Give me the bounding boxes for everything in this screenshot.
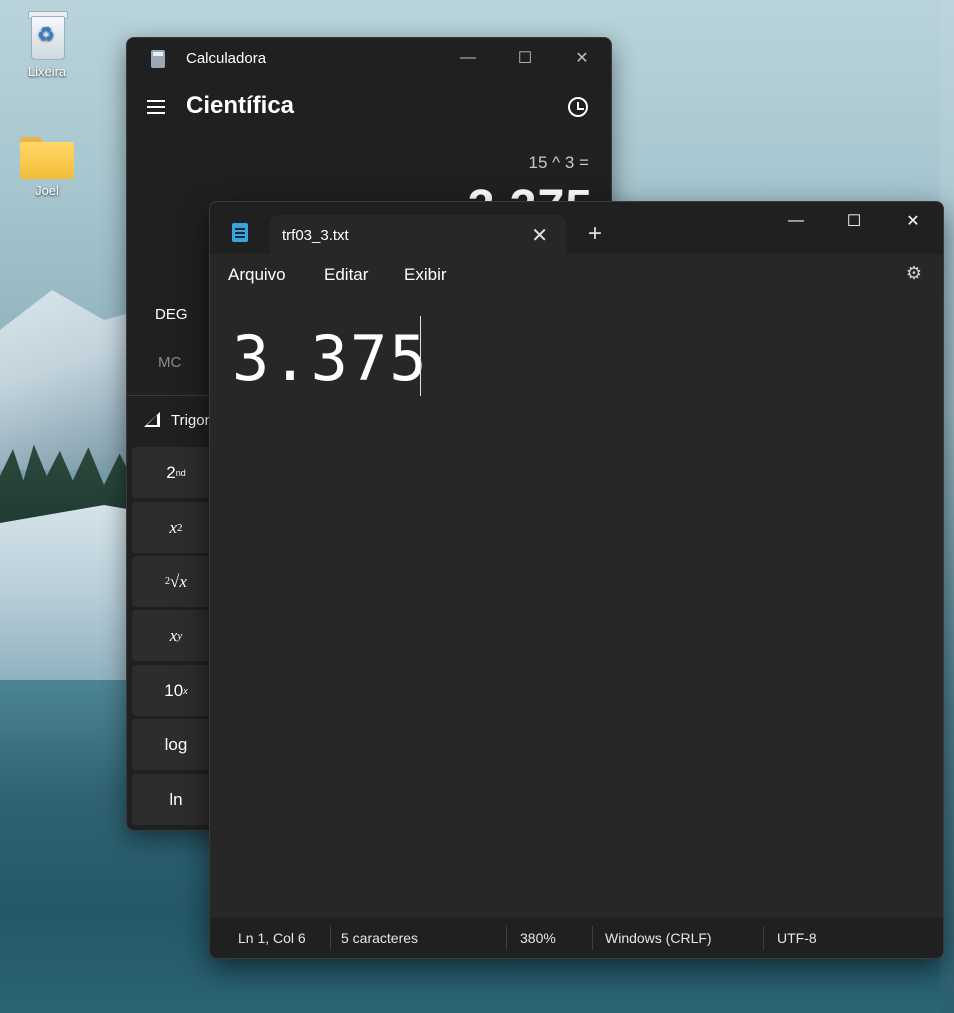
- menu-arquivo[interactable]: Arquivo: [228, 265, 286, 285]
- minimize-icon: —: [460, 49, 476, 66]
- calculator-title: Calculadora: [186, 50, 267, 67]
- status-cursor-position: Ln 1, Col 6: [238, 930, 306, 946]
- new-tab-icon[interactable]: +: [588, 220, 602, 248]
- status-separator: [592, 926, 593, 950]
- menu-editar[interactable]: Editar: [324, 265, 368, 285]
- status-encoding[interactable]: UTF-8: [777, 930, 817, 946]
- maximize-button[interactable]: ☐: [831, 202, 877, 240]
- angle-unit-button[interactable]: DEG: [155, 306, 188, 323]
- folder-icon: [20, 137, 74, 179]
- status-separator: [763, 926, 764, 950]
- key-second[interactable]: 2nd: [132, 447, 220, 498]
- status-bar: Ln 1, Col 6 5 caracteres 380% Windows (C…: [210, 918, 943, 958]
- minimize-button[interactable]: —: [445, 38, 491, 78]
- desktop-icon-label: Lixeira: [27, 64, 67, 79]
- settings-gear-icon[interactable]: ⚙: [905, 264, 923, 282]
- trigonometry-icon: [144, 412, 160, 427]
- key-log[interactable]: log: [132, 719, 220, 770]
- maximize-icon: ☐: [846, 213, 862, 230]
- key-ln[interactable]: ln: [132, 774, 220, 825]
- status-separator: [506, 926, 507, 950]
- minimize-icon: —: [788, 212, 804, 229]
- status-separator: [330, 926, 331, 950]
- desktop-icon-folder-joel[interactable]: Joel: [7, 137, 87, 198]
- hamburger-menu-icon[interactable]: [147, 100, 165, 114]
- key-square[interactable]: x2: [132, 502, 220, 553]
- status-zoom[interactable]: 380%: [520, 930, 556, 946]
- calculator-app-icon: [151, 50, 165, 68]
- notepad-tabstrip[interactable]: trf03_3.txt ✕ + — ☐ ✕: [210, 202, 943, 255]
- desktop-icon-label: Joel: [35, 183, 59, 198]
- editor-content: 3.375: [232, 322, 429, 395]
- calculator-mode-title: Científica: [186, 92, 295, 119]
- close-button[interactable]: ✕: [559, 38, 605, 78]
- recycle-bin-icon: ♻: [25, 8, 69, 60]
- text-editor[interactable]: 3.375: [210, 296, 943, 916]
- close-button[interactable]: ✕: [890, 202, 936, 240]
- maximize-icon: ☐: [517, 50, 533, 67]
- close-icon: ✕: [575, 50, 589, 67]
- minimize-button[interactable]: —: [773, 202, 819, 240]
- calculator-expression: 15 ^ 3 =: [528, 153, 589, 172]
- memory-clear-button[interactable]: MC: [158, 354, 181, 371]
- tab-close-icon[interactable]: ✕: [531, 223, 548, 248]
- status-line-ending[interactable]: Windows (CRLF): [605, 930, 712, 946]
- key-power[interactable]: xy: [132, 610, 220, 661]
- tab-title: trf03_3.txt: [282, 227, 349, 244]
- calculator-mode-row: Científica: [127, 90, 611, 130]
- calculator-titlebar[interactable]: Calculadora — ☐ ✕: [127, 38, 611, 78]
- maximize-button[interactable]: ☐: [502, 38, 548, 78]
- text-caret: [420, 316, 421, 396]
- notepad-app-icon: [232, 223, 248, 242]
- vertical-scrollbar[interactable]: [940, 296, 943, 916]
- menu-exibir[interactable]: Exibir: [404, 265, 447, 285]
- key-ten-power[interactable]: 10 x: [132, 665, 220, 716]
- history-icon[interactable]: [568, 97, 588, 117]
- status-char-count: 5 caracteres: [341, 930, 419, 946]
- notepad-window[interactable]: trf03_3.txt ✕ + — ☐ ✕ Arquivo Editar Exi…: [209, 201, 944, 959]
- key-square-root[interactable]: 2 √ x: [132, 556, 220, 607]
- notepad-menubar: Arquivo Editar Exibir: [210, 254, 943, 296]
- desktop-icon-recycle-bin[interactable]: ♻ Lixeira: [7, 8, 87, 79]
- close-icon: ✕: [906, 213, 920, 230]
- tab-active[interactable]: trf03_3.txt ✕: [270, 215, 566, 255]
